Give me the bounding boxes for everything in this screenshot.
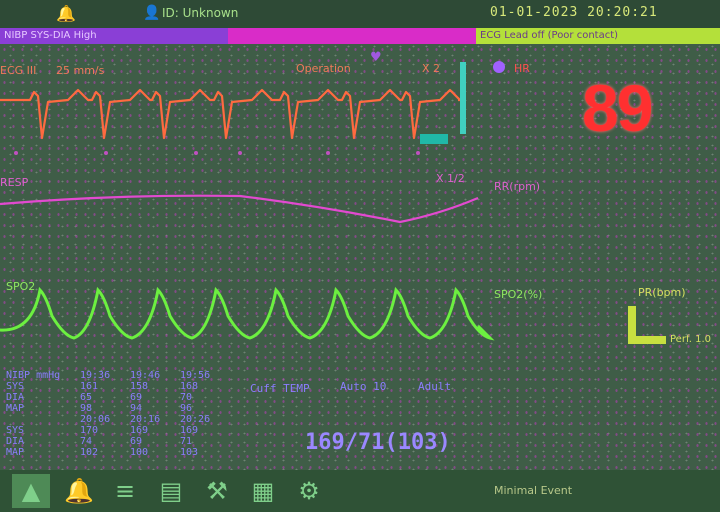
nibp-row-label: SYS [6,381,25,392]
ecg-marker [238,151,242,155]
ecg-marker [14,151,18,155]
monitor-screen: 🔔 👤 ID: Unknown 01-01-2023 20:20:21 NIBP… [0,0,720,512]
nibp-row-label: DIA [6,436,25,447]
resp-waveform [0,194,479,224]
nibp-cell: 94 [130,403,143,414]
nibp-row-label: SYS [6,425,25,436]
nibp-time: 20:26 [180,414,211,425]
nibp-cell: 69 [130,392,143,403]
trend-icon[interactable]: ≡ [106,474,144,508]
nibp-cell: 158 [130,381,149,392]
review-icon[interactable]: ▤ [152,474,190,508]
nibp-time: 20:06 [80,414,111,425]
nibp-cell: 100 [130,447,149,458]
nibp-current-value: 169/71(103) [305,430,451,455]
nibp-header [6,414,80,425]
tools-icon[interactable]: ⚒ [198,474,236,508]
ecg-marker [416,151,420,155]
record-icon[interactable]: ▦ [244,474,282,508]
nibp-cell: 98 [80,403,93,414]
ecg-scale-marker [420,134,448,144]
nibp-cell: 169 [130,425,149,436]
nibp-time: 19:46 [130,370,161,381]
ecg-markers [14,151,420,155]
nibp-cell: 169 [180,425,199,436]
nibp-cell: 161 [80,381,99,392]
nibp-cuff-temp[interactable]: Cuff TEMP [250,382,310,395]
nibp-cell: 168 [180,381,199,392]
nibp-row-label: MAP [6,403,25,414]
nibp-cell: 71 [180,436,193,447]
nibp-cell: 65 [80,392,93,403]
spo2-waveform [0,286,495,341]
ecg-waveform [0,88,462,140]
bell-icon[interactable]: 🔔 [60,474,98,508]
ecg-marker [104,151,108,155]
nibp-cell: 74 [80,436,93,447]
ecg-cal-bar [460,62,466,134]
nibp-time: 19:36 [80,370,111,381]
nibp-table[interactable]: NIBP mmHg 19:36 19:46 19:56 SYS 161 158 … [6,370,246,458]
nibp-time: 20:16 [130,414,161,425]
nibp-cell: 170 [80,425,99,436]
nibp-cell: 102 [80,447,99,458]
nibp-cell: 69 [130,436,143,447]
nibp-row-label: MAP [6,447,25,458]
ecg-marker [326,151,330,155]
alarm-icon[interactable]: ▲ [12,474,50,508]
pulse-bar [628,306,666,344]
ecg-marker [194,151,198,155]
nibp-cell: 70 [180,392,193,403]
minimal-event[interactable]: Minimal Event [494,484,572,497]
nibp-patient-type[interactable]: Adult [418,380,451,393]
nibp-cell: 96 [180,403,193,414]
nibp-header: NIBP mmHg [6,370,61,381]
nibp-time: 19:56 [180,370,211,381]
nibp-interval[interactable]: Auto 10 [340,380,386,393]
nibp-row-label: DIA [6,392,25,403]
settings-icon[interactable]: ⚙ [290,474,328,508]
nibp-cell: 103 [180,447,199,458]
